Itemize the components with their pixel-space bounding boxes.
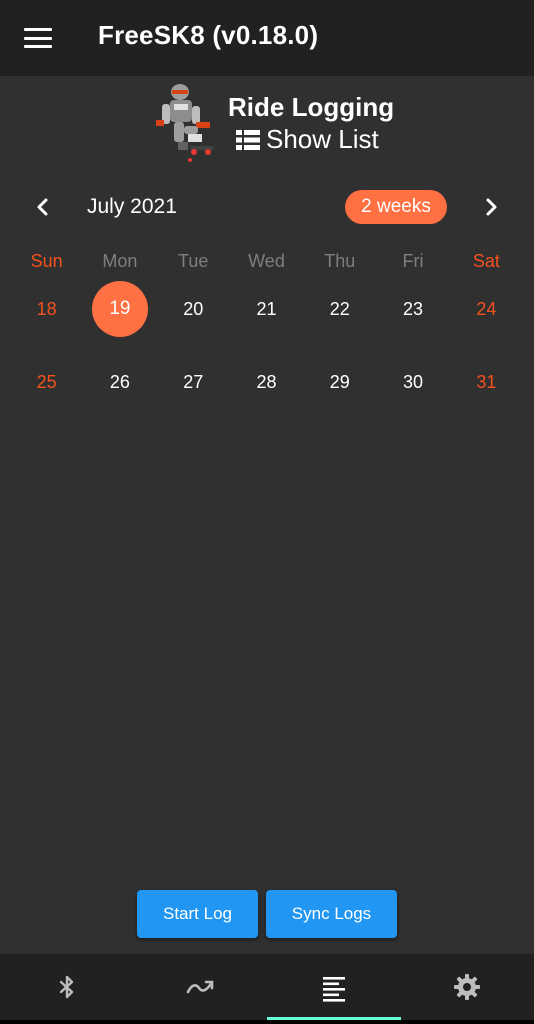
weekday-label: Sun [30, 251, 63, 271]
nav-tab-settings[interactable] [401, 954, 534, 1020]
calendar-day[interactable]: 26 [83, 354, 156, 410]
weekday-label: Tue [178, 251, 209, 271]
start-log-button[interactable]: Start Log [137, 890, 258, 938]
calendar-header: July 2021 2 weeks [0, 186, 534, 230]
calendar-day[interactable]: 23 [376, 281, 449, 337]
settings-gear-icon [454, 974, 481, 1000]
calendar-day[interactable]: 25 [10, 354, 83, 410]
calendar-day[interactable]: 31 [450, 354, 523, 410]
weekday-label: Sat [472, 251, 500, 271]
calendar-day[interactable]: 22 [303, 281, 376, 337]
selected-day-circle: 19 [91, 281, 148, 337]
ride-logging-header: Ride Logging Show List [0, 82, 534, 168]
nav-tab-realtime[interactable] [134, 954, 268, 1020]
calendar-day[interactable]: 24 [450, 281, 523, 337]
bottom-navigation [0, 954, 534, 1020]
calendar-day[interactable]: 28 [230, 354, 303, 410]
month-label: July 2021 [87, 195, 177, 218]
chevron-left-icon[interactable] [30, 194, 56, 220]
weekday-label: Thu [324, 251, 356, 271]
calendar-day[interactable]: 21 [230, 281, 303, 337]
bluetooth-icon [59, 975, 73, 999]
calendar-day[interactable]: 18 [10, 281, 83, 337]
calendar-day[interactable]: 20 [157, 281, 230, 337]
calendar-day-selected[interactable]: 19 [83, 281, 156, 337]
weekday-label: Wed [248, 251, 285, 271]
page-title: Ride Logging [228, 92, 395, 122]
text-lines-icon [322, 977, 345, 1002]
calendar-week-row: 25 26 27 28 29 30 31 [10, 354, 523, 410]
robot-skater-image [156, 84, 214, 162]
nav-tab-logging[interactable] [267, 954, 401, 1020]
list-icon [236, 129, 260, 150]
app-bar: FreeSK8 (v0.18.0) [0, 0, 534, 76]
calendar-day[interactable]: 29 [303, 354, 376, 410]
nav-tab-connection[interactable] [0, 954, 134, 1020]
weekday-label: Fri [402, 251, 424, 271]
system-nav-bar [0, 1020, 534, 1024]
weekday-label: Mon [102, 251, 138, 271]
sync-logs-button[interactable]: Sync Logs [266, 890, 397, 938]
calendar-day[interactable]: 27 [157, 354, 230, 410]
app-title: FreeSK8 (v0.18.0) [98, 20, 319, 50]
trending-icon [186, 980, 214, 994]
format-toggle-button[interactable]: 2 weeks [345, 190, 447, 224]
log-actions: Start Log Sync Logs [0, 890, 534, 938]
weekday-row: Sun Mon Tue Wed Thu Fri Sat [10, 251, 523, 272]
app-root: FreeSK8 (v0.18.0) Ride Logging Show List… [0, 0, 534, 1024]
hamburger-menu-icon[interactable] [24, 26, 52, 50]
calendar-day[interactable]: 30 [376, 354, 449, 410]
calendar-week-row: 18 19 20 21 22 23 24 [10, 281, 523, 337]
show-list-label: Show List [266, 124, 379, 154]
show-list-button[interactable]: Show List [236, 124, 379, 155]
chevron-right-icon[interactable] [478, 194, 504, 220]
